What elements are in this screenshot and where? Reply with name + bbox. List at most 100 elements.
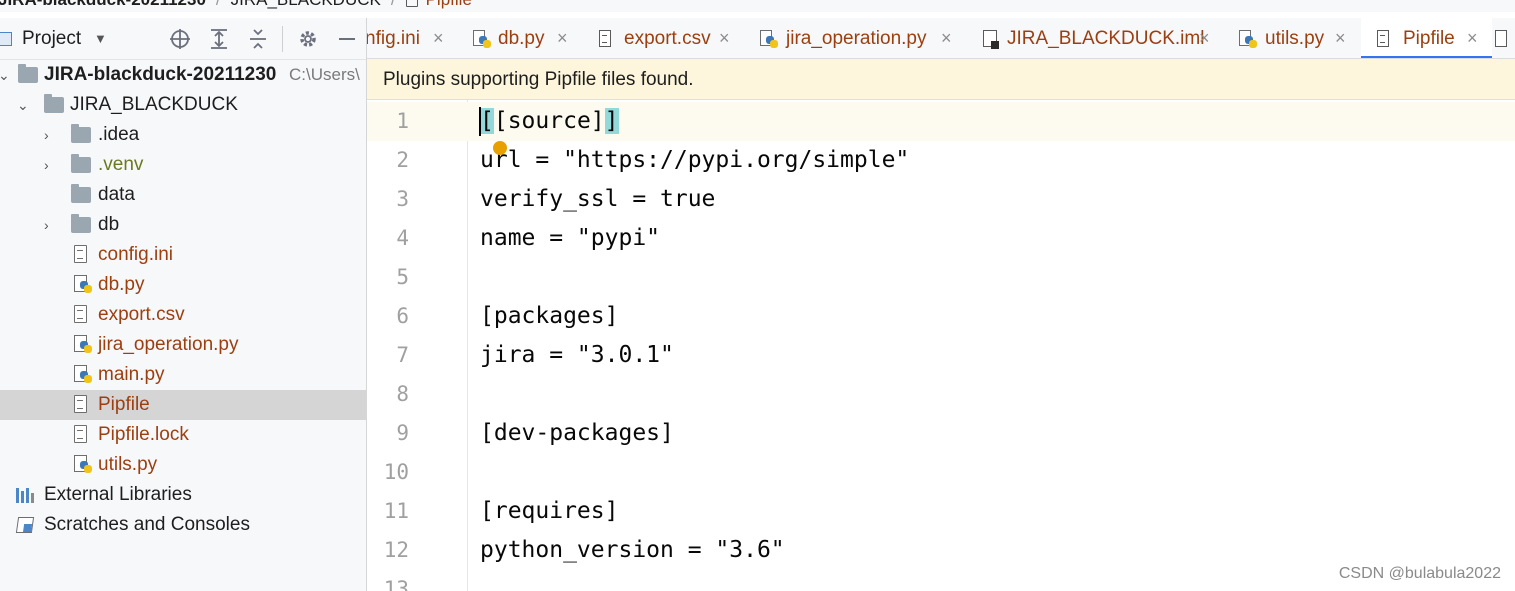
close-icon[interactable]: × [1467,18,1478,58]
chevron-right-icon[interactable]: › [44,120,58,150]
close-icon[interactable]: × [1199,18,1210,58]
tree-item-file-export[interactable]: export.csv [0,300,366,330]
line-number: 2 [396,148,409,172]
project-panel-header: Project ▼ [0,18,366,60]
code-line[interactable]: 10 [367,453,1515,492]
code-line[interactable]: 4 name = "pypi" [367,219,1515,258]
text-file-icon [74,245,87,263]
text-file-icon [74,425,87,443]
chevron-right-icon[interactable]: › [44,150,58,180]
tree-item-label: External Libraries [44,484,192,505]
chevron-down-icon[interactable]: ⌄ [0,60,12,90]
code-line[interactable]: 5 [367,258,1515,297]
gear-icon[interactable] [296,27,320,51]
chevron-right-icon[interactable]: › [44,210,58,240]
line-number: 10 [383,460,409,484]
tree-item-folder-idea[interactable]: › .idea [0,120,366,150]
tab-label: nfig.ini [367,28,420,49]
tree-item-folder-venv[interactable]: › .venv [0,150,366,180]
code-line[interactable]: 3 verify_ssl = true [367,180,1515,219]
breadcrumb-project[interactable]: JIRA-blackduck-20211230 [0,0,206,12]
tree-item-external-libraries[interactable]: External Libraries [0,480,366,510]
tab-jira-blackduck-iml[interactable]: JIRA_BLACKDUCK.iml × [977,18,1227,58]
watermark: CSDN @bulabula2022 [1338,565,1501,582]
close-icon[interactable]: × [941,18,952,58]
code-line[interactable]: 2 url = "https://pypi.org/simple" [367,141,1515,180]
editor-tabs: nfig.ini × db.py × export.csv × jira_ope… [367,18,1515,59]
code-line[interactable]: 8 [367,375,1515,414]
tree-item-file-utils[interactable]: utils.py [0,450,366,480]
python-file-icon [760,30,780,50]
close-icon[interactable]: × [719,18,730,58]
tree-item-file-pipfile-lock[interactable]: Pipfile.lock [0,420,366,450]
chevron-down-icon[interactable]: ⌄ [17,90,31,120]
line-number: 12 [383,538,409,562]
python-file-icon [74,335,94,355]
line-number: 8 [396,382,409,406]
tree-item-file-config[interactable]: config.ini [0,240,366,270]
intention-bulb-icon[interactable] [493,141,507,155]
close-icon[interactable]: × [433,18,444,58]
tab-pipfile[interactable]: Pipfile × [1361,18,1492,58]
breadcrumb-file[interactable]: Pipfile [426,0,472,12]
code-line[interactable]: 7 jira = "3.0.1" [367,336,1515,375]
tree-item-label: utils.py [98,454,158,475]
plugin-notification-banner: Plugins supporting Pipfile files found. [367,59,1515,100]
code-text: [dev-packages] [480,420,674,446]
tree-item-label: JIRA_BLACKDUCK [70,94,238,115]
locate-file-icon[interactable] [168,27,192,51]
text-file-icon [74,305,87,323]
text-file-icon [74,395,87,413]
code-editor[interactable]: 1 [[source]] 2 url = "https://pypi.org/s… [367,100,1515,591]
tab-config-ini[interactable]: nfig.ini × [367,18,462,58]
project-panel: Project ▼ ⌄ JIRA-blackduck-20211230 C:\U… [0,18,367,591]
tree-item-module[interactable]: ⌄ JIRA_BLACKDUCK [0,90,366,120]
tree-item-file-jira-operation[interactable]: jira_operation.py [0,330,366,360]
tree-item-folder-db[interactable]: › db [0,210,366,240]
tree-item-label: main.py [98,364,165,385]
code-text: [[source]] [480,108,619,134]
collapse-all-icon[interactable] [246,27,270,51]
chevron-down-icon[interactable]: ▼ [94,31,107,46]
tab-label: utils.py [1265,28,1325,49]
project-view-selector[interactable]: Project [22,28,81,50]
code-line[interactable]: 11 [requires] [367,492,1515,531]
tree-item-label: db [98,214,120,235]
expand-all-icon[interactable] [207,27,231,51]
tree-item-scratches[interactable]: Scratches and Consoles [0,510,366,540]
breadcrumb-module[interactable]: JIRA_BLACKDUCK [231,0,381,12]
python-file-icon [74,365,94,385]
close-icon[interactable]: × [1335,18,1346,58]
text-file-icon [1377,30,1389,47]
tree-item-label: data [98,184,135,205]
tab-label: export.csv [624,28,711,49]
tree-item-file-db-py[interactable]: db.py [0,270,366,300]
line-number: 11 [383,499,409,523]
code-line[interactable]: 1 [[source]] [367,102,1515,141]
hide-panel-icon[interactable] [335,27,359,51]
tab-utils-py[interactable]: utils.py × [1235,18,1357,58]
matching-bracket: ] [604,108,619,134]
tab-jira-operation-py[interactable]: jira_operation.py × [755,18,965,58]
text-file-icon [405,0,418,7]
tree-item-project-root[interactable]: ⌄ JIRA-blackduck-20211230 C:\Users\ [0,60,366,90]
line-number: 13 [383,577,409,591]
line-number: 1 [396,109,409,133]
code-line[interactable]: 6 [packages] [367,297,1515,336]
code-text: verify_ssl = true [480,186,716,212]
code-line[interactable]: 9 [dev-packages] [367,414,1515,453]
python-file-icon [473,30,493,50]
folder-icon [18,64,38,83]
tab-export-csv[interactable]: export.csv × [591,18,743,58]
tree-item-file-pipfile[interactable]: Pipfile [0,390,366,420]
tree-item-label: config.ini [98,244,173,265]
tree-item-label: Pipfile.lock [98,424,189,445]
tree-item-label: jira_operation.py [98,334,239,355]
tab-label: JIRA_BLACKDUCK.iml [1007,28,1205,49]
tree-item-folder-data[interactable]: data [0,180,366,210]
close-icon[interactable]: × [557,18,568,58]
tab-label: Pipfile [1403,28,1455,49]
line-number: 6 [396,304,409,328]
tree-item-file-main[interactable]: main.py [0,360,366,390]
tab-db-py[interactable]: db.py × [465,18,580,58]
